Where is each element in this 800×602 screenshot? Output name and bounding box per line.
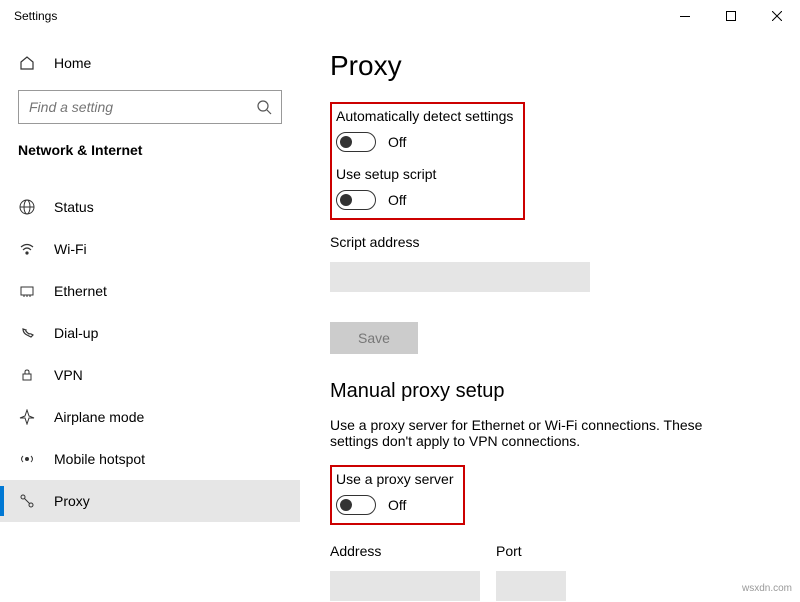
sidebar-item-hotspot[interactable]: Mobile hotspot — [0, 438, 300, 480]
window-title: Settings — [14, 9, 57, 23]
use-proxy-label: Use a proxy server — [336, 471, 453, 487]
ethernet-icon — [18, 282, 36, 300]
search-icon — [256, 99, 272, 115]
auto-detect-label: Automatically detect settings — [336, 108, 513, 124]
home-label: Home — [54, 55, 91, 71]
page-title: Proxy — [330, 50, 770, 82]
setup-script-label: Use setup script — [336, 166, 513, 182]
category-title: Network & Internet — [0, 134, 300, 172]
close-button[interactable] — [754, 0, 800, 32]
sidebar-item-label: Mobile hotspot — [54, 451, 145, 467]
manual-heading: Manual proxy setup — [330, 380, 770, 403]
sidebar-item-label: Dial-up — [54, 325, 98, 341]
save-button[interactable]: Save — [330, 322, 418, 354]
sidebar-item-label: VPN — [54, 367, 83, 383]
wifi-icon — [18, 240, 36, 258]
minimize-button[interactable] — [662, 0, 708, 32]
titlebar: Settings — [0, 0, 800, 32]
highlight-box-manual: Use a proxy server Off — [330, 465, 465, 525]
highlight-box-auto: Automatically detect settings Off Use se… — [330, 102, 525, 220]
sidebar: Home Network & Internet Status — [0, 32, 300, 602]
sidebar-item-label: Proxy — [54, 493, 90, 509]
sidebar-item-wifi[interactable]: Wi-Fi — [0, 228, 300, 270]
sidebar-item-dialup[interactable]: Dial-up — [0, 312, 300, 354]
sidebar-item-vpn[interactable]: VPN — [0, 354, 300, 396]
manual-description: Use a proxy server for Ethernet or Wi-Fi… — [330, 417, 750, 449]
setup-script-toggle[interactable] — [336, 190, 376, 210]
sidebar-item-proxy[interactable]: Proxy — [0, 480, 300, 522]
sidebar-item-label: Wi-Fi — [54, 241, 87, 257]
airplane-icon — [18, 408, 36, 426]
use-proxy-toggle[interactable] — [336, 495, 376, 515]
sidebar-item-airplane[interactable]: Airplane mode — [0, 396, 300, 438]
home-icon — [18, 54, 36, 72]
sidebar-item-label: Status — [54, 199, 94, 215]
window-controls — [662, 0, 800, 32]
port-input[interactable] — [496, 571, 566, 601]
search-input[interactable] — [18, 90, 282, 124]
use-proxy-state: Off — [388, 497, 406, 513]
address-input[interactable] — [330, 571, 480, 601]
watermark: wsxdn.com — [742, 583, 792, 594]
auto-detect-state: Off — [388, 134, 406, 150]
setup-script-state: Off — [388, 192, 406, 208]
port-label: Port — [496, 543, 566, 559]
sidebar-item-ethernet[interactable]: Ethernet — [0, 270, 300, 312]
globe-icon — [18, 198, 36, 216]
script-address-input[interactable] — [330, 262, 590, 292]
content-area: Proxy Automatically detect settings Off … — [300, 32, 800, 602]
vpn-icon — [18, 366, 36, 384]
address-label: Address — [330, 543, 480, 559]
auto-detect-toggle[interactable] — [336, 132, 376, 152]
proxy-icon — [18, 492, 36, 510]
dialup-icon — [18, 324, 36, 342]
sidebar-item-label: Ethernet — [54, 283, 107, 299]
sidebar-item-label: Airplane mode — [54, 409, 144, 425]
home-nav[interactable]: Home — [0, 42, 300, 84]
hotspot-icon — [18, 450, 36, 468]
script-address-label: Script address — [330, 234, 770, 250]
sidebar-item-status[interactable]: Status — [0, 186, 300, 228]
maximize-button[interactable] — [708, 0, 754, 32]
